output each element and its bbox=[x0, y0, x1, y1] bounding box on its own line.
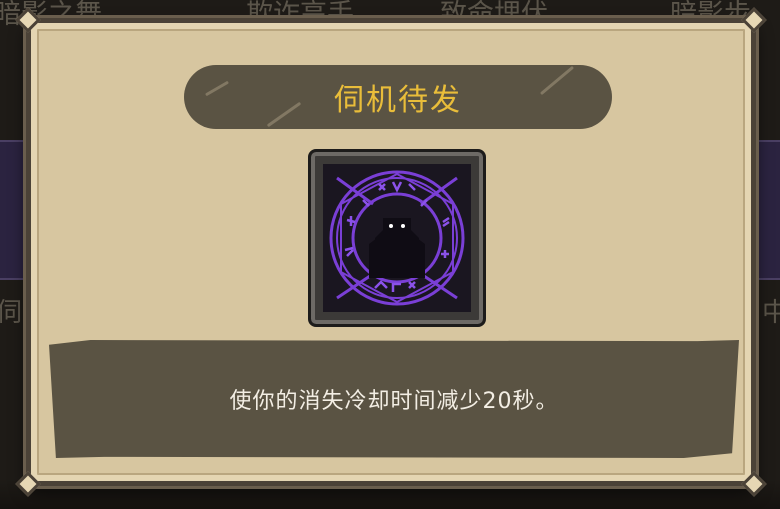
description-panel: 使你的消失冷却时间减少20秒。 bbox=[49, 340, 739, 458]
background-label-right: 中 bbox=[761, 298, 780, 328]
talent-description: 使你的消失冷却时间减少20秒。 bbox=[229, 389, 559, 414]
title-banner: 伺机待发 bbox=[184, 65, 612, 129]
background-label-left: 伺 bbox=[0, 298, 23, 328]
scratch-mark bbox=[266, 101, 302, 128]
scratch-mark bbox=[204, 80, 230, 97]
shadow-rune-circle-icon bbox=[323, 164, 471, 312]
talent-tooltip-dialog: 伺机待发 使你的消失冷却时间减少20秒。 bbox=[15, 7, 767, 497]
skill-icon-frame bbox=[308, 149, 486, 327]
talent-title: 伺机待发 bbox=[334, 83, 462, 118]
game-screen: 暗影之舞 欺诈高手 致命埋伏 暗影步 伺 中 伺机待发 使你的消失冷却时间减少2… bbox=[0, 0, 780, 509]
scratch-mark bbox=[539, 65, 575, 96]
